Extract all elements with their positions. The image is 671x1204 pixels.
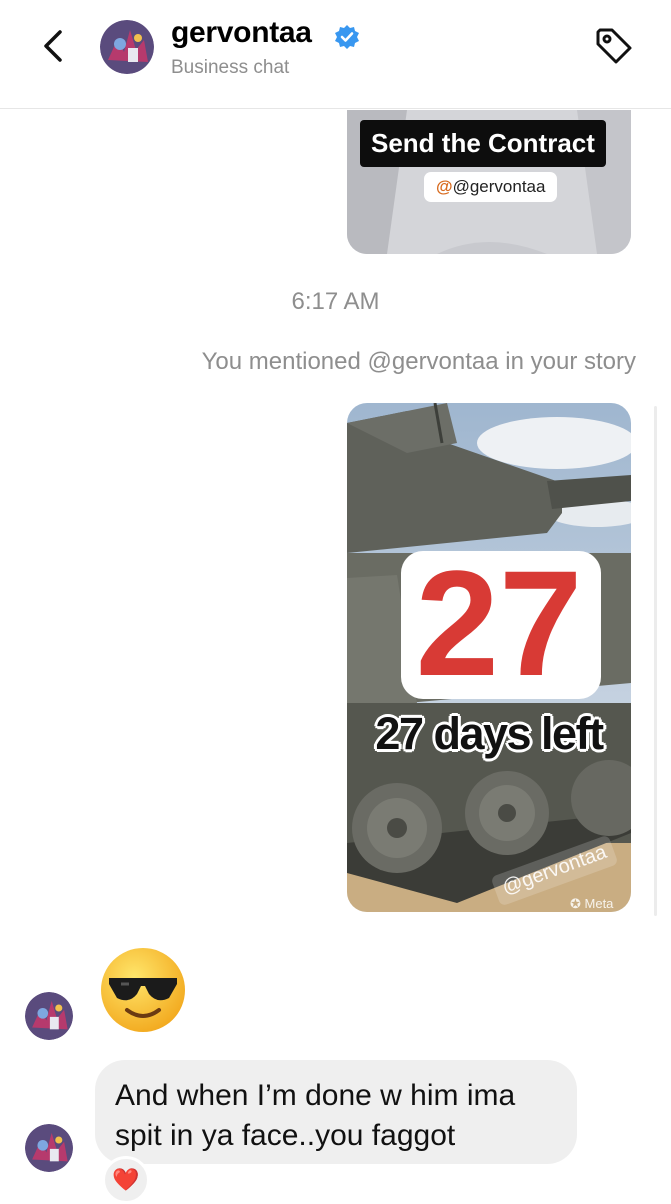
message-text: And when I’m done w him ima spit in ya f… — [115, 1079, 516, 1152]
story-mention-card[interactable]: 27 27 days left @gervontaa ✪ Meta — [347, 403, 631, 912]
big-number: 27 — [416, 543, 583, 703]
sender-avatar[interactable] — [25, 992, 73, 1040]
threads-icon: @ — [436, 177, 453, 196]
message-timestamp: 6:17 AM — [291, 288, 380, 315]
meta-icon: ✪ — [570, 896, 585, 911]
verified-badge-icon — [335, 25, 359, 49]
scrollbar[interactable] — [654, 406, 657, 916]
chat-type-label: Business chat — [171, 57, 290, 78]
story-mention-note: You mentioned @gervontaa in your story — [201, 348, 636, 375]
meta-mark: ✪ Meta — [570, 896, 613, 912]
mention-sticker: @@gervontaa — [424, 172, 558, 202]
tag-icon — [596, 28, 632, 64]
profile-picture — [25, 992, 73, 1040]
story-caption: 27 days left — [375, 708, 604, 759]
big-number-sticker: 27 — [401, 543, 601, 703]
heart-reaction[interactable]: ❤️ — [102, 1156, 150, 1204]
avatar[interactable] — [100, 20, 154, 74]
chat-header: gervontaa Business chat — [0, 0, 671, 109]
chevron-left-icon — [44, 30, 62, 62]
meta-label: Meta — [584, 896, 614, 911]
profile-picture — [100, 20, 154, 74]
shared-story-card[interactable]: Send the Contract @@gervontaa — [347, 110, 631, 254]
tag-button[interactable] — [592, 24, 636, 68]
back-button[interactable] — [34, 26, 74, 66]
sender-avatar[interactable] — [25, 1124, 73, 1172]
story-text-label: Send the Contract — [360, 120, 606, 167]
smiling-face-with-sunglasses-icon — [101, 948, 185, 1032]
emoji-message[interactable] — [99, 946, 187, 1034]
username[interactable]: gervontaa — [171, 16, 312, 50]
message-bubble[interactable]: And when I’m done w him ima spit in ya f… — [95, 1060, 577, 1164]
heart-icon: ❤️ — [112, 1167, 140, 1192]
profile-picture — [25, 1124, 73, 1172]
mention-sticker-text: @gervontaa — [452, 177, 546, 196]
